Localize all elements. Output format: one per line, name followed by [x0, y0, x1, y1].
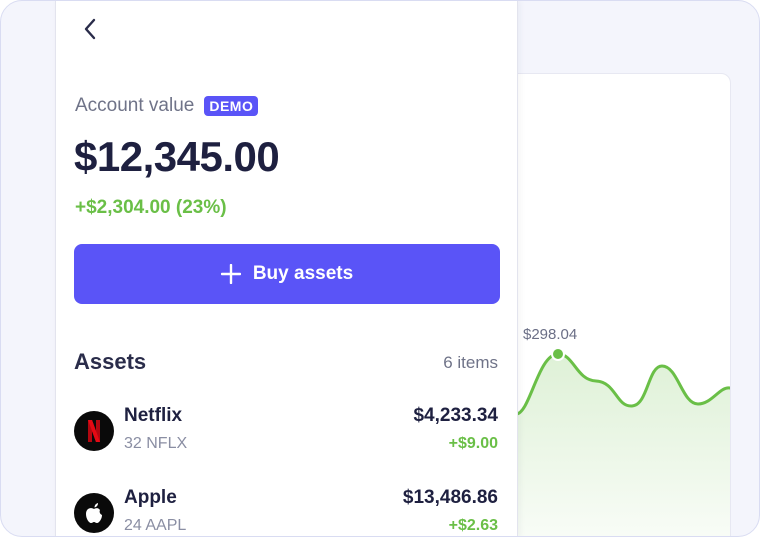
assets-count: 6 items: [443, 353, 498, 372]
asset-quantity: 24 AAPL: [124, 517, 187, 534]
asset-quantity: 32 NFLX: [124, 435, 188, 452]
buy-assets-label: Buy assets: [252, 263, 354, 284]
account-value-header: Account value DEMO: [75, 95, 259, 117]
netflix-logo-icon: [74, 411, 114, 451]
account-value-amount: $12,345.00: [74, 133, 280, 180]
price-area: [516, 354, 730, 536]
plus-icon: [220, 264, 241, 284]
asset-name: Netflix: [124, 405, 183, 426]
asset-change: +$9.00: [448, 435, 498, 452]
asset-value: $13,486.86: [402, 487, 498, 508]
back-button[interactable]: [76, 15, 104, 43]
asset-name: Apple: [124, 487, 177, 508]
apple-logo-icon: [74, 493, 114, 533]
assets-section-title: Assets: [74, 349, 147, 374]
asset-row-apple[interactable]: Apple 24 AAPL $13,486.86 +$2.63: [74, 487, 498, 536]
buy-assets-button[interactable]: Buy assets: [74, 244, 500, 304]
price-highlight-point[interactable]: [551, 347, 565, 361]
price-highlight-label: $298.04: [523, 326, 578, 343]
account-panel: Account value DEMO $12,345.00 +$2,304.00…: [55, 1, 518, 536]
demo-badge: DEMO: [204, 96, 259, 116]
chevron-left-icon: [84, 18, 96, 40]
app-frame: $298.04 Account value DEMO $12,345.00 +$…: [0, 0, 760, 537]
asset-change: +$2.63: [448, 517, 498, 534]
asset-row-netflix[interactable]: Netflix 32 NFLX $4,233.34 +$9.00: [74, 405, 498, 468]
asset-value: $4,233.34: [413, 405, 498, 426]
account-value-label: Account value: [75, 95, 195, 116]
account-value-change: +$2,304.00 (23%): [75, 197, 227, 218]
